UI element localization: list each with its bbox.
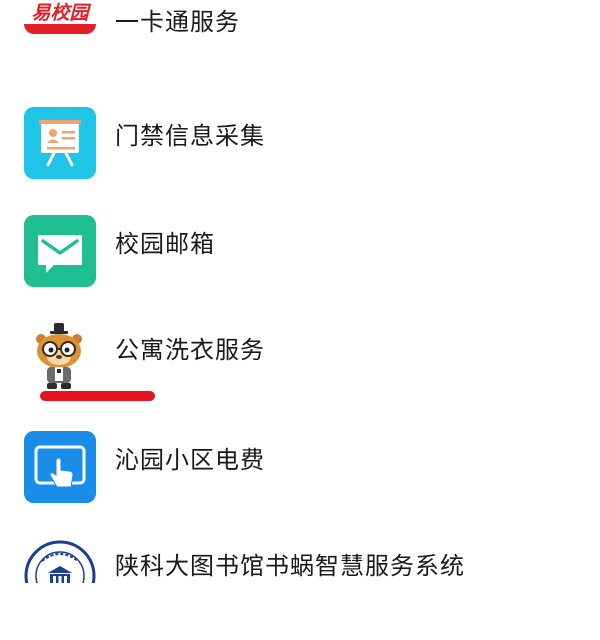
list-item-laundry[interactable]: 公寓洗衣服务 bbox=[0, 316, 600, 424]
list-item-electricity[interactable]: 沁园小区电费 bbox=[0, 424, 600, 532]
item-label: 校园邮箱 bbox=[115, 230, 215, 258]
red-underline-annotation bbox=[40, 391, 155, 401]
list-item-campus-mail[interactable]: 校园邮箱 bbox=[0, 208, 600, 316]
list-item-card-service[interactable]: 易校园 一卡通服务 bbox=[0, 0, 600, 70]
list-item-library-system[interactable]: 陕科大图书馆书蜗智慧服务系统 bbox=[0, 532, 600, 640]
id-board-icon bbox=[24, 107, 96, 179]
item-label: 门禁信息采集 bbox=[115, 122, 265, 150]
service-list: 易校园 一卡通服务 门禁信息采集 校园邮箱 公寓洗衣服务 沁园小区电费 陕科大图… bbox=[0, 0, 600, 583]
item-label: 陕科大图书馆书蜗智慧服务系统 bbox=[115, 552, 465, 580]
mascot-icon bbox=[24, 321, 96, 393]
item-label: 沁园小区电费 bbox=[115, 446, 265, 474]
list-item-access-info[interactable]: 门禁信息采集 bbox=[0, 100, 600, 208]
mail-icon bbox=[24, 215, 96, 287]
item-label: 公寓洗衣服务 bbox=[115, 336, 265, 364]
tablet-touch-icon bbox=[24, 431, 96, 503]
item-label: 一卡通服务 bbox=[115, 8, 240, 36]
icon-text: 易校园 bbox=[31, 2, 89, 24]
library-seal-icon bbox=[24, 539, 96, 583]
yixiaoyuan-logo-icon: 易校园 bbox=[24, 0, 96, 34]
